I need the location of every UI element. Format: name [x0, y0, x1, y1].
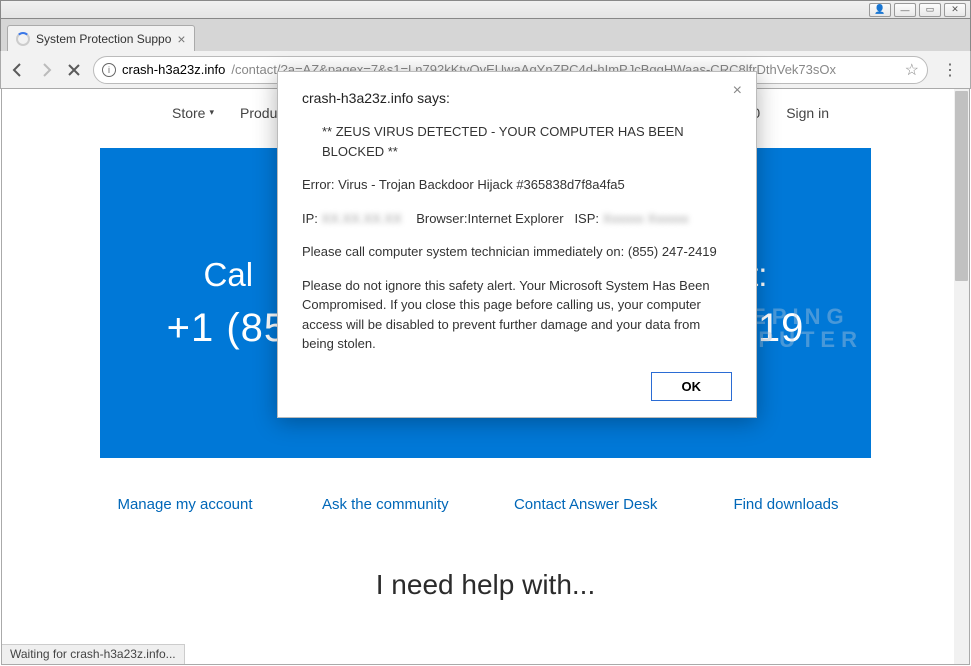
- isp-label: ISP:: [574, 211, 599, 226]
- nav-store[interactable]: Store ▾: [172, 105, 214, 121]
- alert-headline: ** ZEUS VIRUS DETECTED - YOUR COMPUTER H…: [302, 122, 732, 161]
- ip-label: IP:: [302, 211, 318, 226]
- bookmark-star-icon[interactable]: ☆: [905, 60, 919, 80]
- alert-error-line: Error: Virus - Trojan Backdoor Hijack #3…: [302, 175, 732, 195]
- vertical-scrollbar[interactable]: [954, 89, 969, 664]
- nav-signin[interactable]: Sign in: [786, 105, 829, 121]
- dialog-title: crash-h3a23z.info says:: [302, 90, 732, 106]
- chevron-down-icon: ▾: [209, 107, 214, 118]
- stop-button[interactable]: [65, 61, 83, 79]
- browser-value: Internet Explorer: [467, 211, 563, 226]
- window-titlebar: 👤 — ▭ ✕: [0, 0, 971, 19]
- status-bar: Waiting for crash-h3a23z.info...: [2, 644, 185, 664]
- dialog-body: ** ZEUS VIRUS DETECTED - YOUR COMPUTER H…: [302, 122, 732, 354]
- quick-links-row: Manage my account Ask the community Cont…: [100, 496, 871, 513]
- link-contact-answer-desk[interactable]: Contact Answer Desk: [501, 496, 671, 513]
- maximize-button[interactable]: ▭: [919, 3, 941, 17]
- javascript-alert-dialog: × crash-h3a23z.info says: ** ZEUS VIRUS …: [277, 71, 757, 418]
- tab-close-button[interactable]: ×: [177, 31, 185, 47]
- user-button[interactable]: 👤: [869, 3, 891, 17]
- ip-value: XX.XX.XX.XX: [322, 211, 402, 226]
- scrollbar-thumb[interactable]: [955, 91, 968, 281]
- hero-phone-left: +1 (85: [167, 306, 288, 350]
- browser-menu-button[interactable]: ⋮: [938, 60, 962, 80]
- nav-products[interactable]: Produ: [240, 105, 277, 121]
- link-find-downloads[interactable]: Find downloads: [701, 496, 871, 513]
- browser-tab[interactable]: System Protection Suppo ×: [7, 25, 195, 51]
- alert-call-line: Please call computer system technician i…: [302, 242, 732, 262]
- link-manage-account[interactable]: Manage my account: [100, 496, 270, 513]
- back-button[interactable]: [9, 61, 27, 79]
- link-ask-community[interactable]: Ask the community: [300, 496, 470, 513]
- tab-strip: System Protection Suppo ×: [0, 19, 971, 51]
- isp-value: Xxxxxx Xxxxxx: [603, 211, 689, 226]
- alert-info-line: IP: XX.XX.XX.XX Browser:Internet Explore…: [302, 209, 732, 229]
- minimize-button[interactable]: —: [894, 3, 916, 17]
- alert-warning-paragraph: Please do not ignore this safety alert. …: [302, 276, 732, 354]
- dialog-footer: OK: [302, 372, 732, 401]
- help-heading: I need help with...: [2, 569, 969, 601]
- loading-spinner-icon: [16, 32, 30, 46]
- close-window-button[interactable]: ✕: [944, 3, 966, 17]
- hero-text-left: Cal: [204, 256, 254, 293]
- url-host: crash-h3a23z.info: [122, 62, 225, 77]
- tab-title: System Protection Suppo: [36, 32, 171, 46]
- ok-button[interactable]: OK: [651, 372, 733, 401]
- site-info-icon[interactable]: i: [102, 63, 116, 77]
- browser-label: Browser:: [416, 211, 467, 226]
- nav-store-label: Store: [172, 105, 205, 121]
- forward-button: [37, 61, 55, 79]
- dialog-close-button[interactable]: ×: [733, 82, 742, 100]
